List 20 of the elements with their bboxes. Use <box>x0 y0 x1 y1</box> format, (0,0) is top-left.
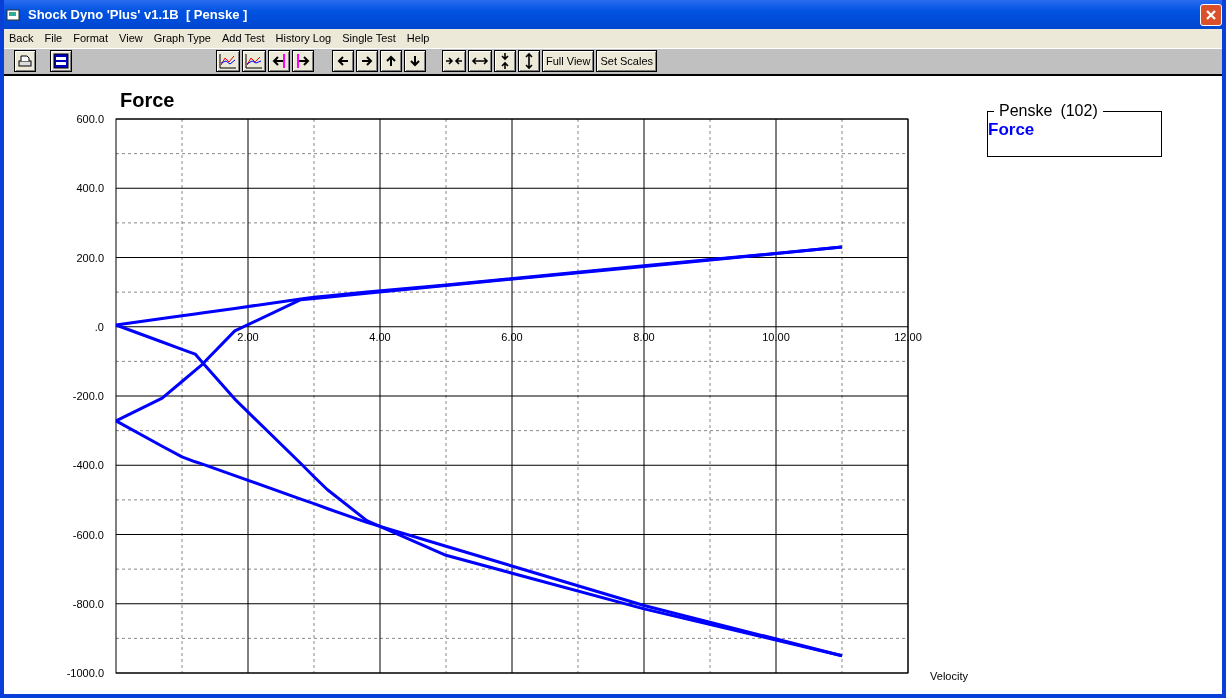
window-title: Shock Dyno 'Plus' v1.1B [ Penske ] <box>28 7 248 23</box>
x-tick-label: 2.00 <box>237 330 259 343</box>
x-tick-label: 4.00 <box>369 330 391 343</box>
x-tick-label: 8.00 <box>633 330 655 343</box>
y-tick-label: -800.0 <box>72 597 104 610</box>
x-axis-label: Velocity <box>930 670 968 682</box>
y-tick-label: 200.0 <box>76 251 104 264</box>
y-tick-label: 600.0 <box>76 113 104 125</box>
chart-title: Force <box>120 89 175 111</box>
y-tick-label: .0 <box>94 320 104 333</box>
y-tick-label: 400.0 <box>76 182 104 195</box>
legend-title: Penske <box>999 102 1053 120</box>
y-tick-label: -1000.0 <box>66 667 104 679</box>
y-tick-label: -600.0 <box>72 528 104 541</box>
legend-count: (102) <box>1060 102 1098 120</box>
x-tick-label: 10.00 <box>762 330 790 343</box>
x-tick-label: 6.00 <box>501 330 523 343</box>
y-tick-label: -200.0 <box>72 390 104 402</box>
legend-entry: Force <box>988 120 1036 140</box>
y-tick-label: -400.0 <box>72 459 104 472</box>
